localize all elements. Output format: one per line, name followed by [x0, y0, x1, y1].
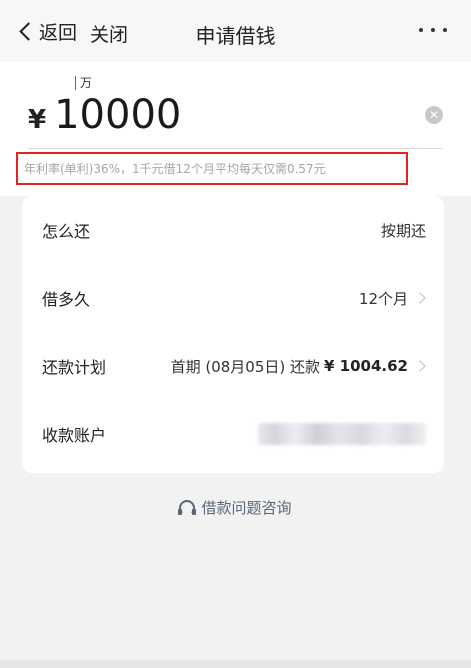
- page-title: 申请借钱: [195, 24, 276, 48]
- receiving-account-row[interactable]: 收款账户: [22, 400, 444, 468]
- account-number-blurred: [258, 423, 426, 445]
- amount-row: ¥: [28, 92, 355, 138]
- repayment-plan-prefix: 首期 (08月05日) 还款: [170, 357, 321, 376]
- first-payment-amount: ¥ 1004.62: [324, 357, 408, 375]
- repay-method-value: 按期还: [380, 221, 426, 240]
- more-menu-button[interactable]: [419, 28, 447, 32]
- headset-icon: [178, 499, 197, 516]
- loan-details-card: 怎么还 按期还 借多久 12个月 还款计划 首期 (08月05日) 还款 ¥ 1…: [22, 196, 444, 473]
- term-value-wrap: 12个月: [359, 288, 426, 309]
- repay-method-label: 怎么还: [42, 222, 91, 241]
- receiving-account-label: 收款账户: [42, 426, 107, 445]
- repayment-plan-label: 还款计划: [42, 358, 107, 377]
- loan-consult-link[interactable]: 借款问题咨询: [0, 497, 471, 518]
- repayment-plan-value: 首期 (08月05日) 还款 ¥ 1004.62: [171, 356, 426, 377]
- repayment-plan-row[interactable]: 还款计划 首期 (08月05日) 还款 ¥ 1004.62: [22, 332, 444, 400]
- amount-input[interactable]: [54, 92, 355, 138]
- unit-hint: 万: [75, 76, 92, 90]
- clear-icon[interactable]: ✕: [425, 106, 443, 124]
- amount-underline: [28, 148, 443, 149]
- bottom-divider: [0, 660, 471, 668]
- amount-section: 万 ¥ ✕ 年利率(单利)36%，1千元借12个月平均每天仅需0.57元: [0, 62, 471, 196]
- term-row[interactable]: 借多久 12个月: [22, 264, 444, 332]
- currency-symbol: ¥: [28, 105, 47, 135]
- repay-method-row[interactable]: 怎么还 按期还: [22, 196, 444, 264]
- interest-rate-note: 年利率(单利)36%，1千元借12个月平均每天仅需0.57元: [16, 152, 408, 185]
- chevron-right-icon: [414, 360, 426, 372]
- consult-label: 借款问题咨询: [201, 499, 292, 517]
- nav-bar: 返回 关闭 申请借钱: [0, 0, 471, 62]
- chevron-right-icon: [414, 292, 426, 304]
- term-label: 借多久: [42, 290, 91, 309]
- term-value: 12个月: [358, 289, 408, 308]
- more-dots-icon: [419, 28, 423, 32]
